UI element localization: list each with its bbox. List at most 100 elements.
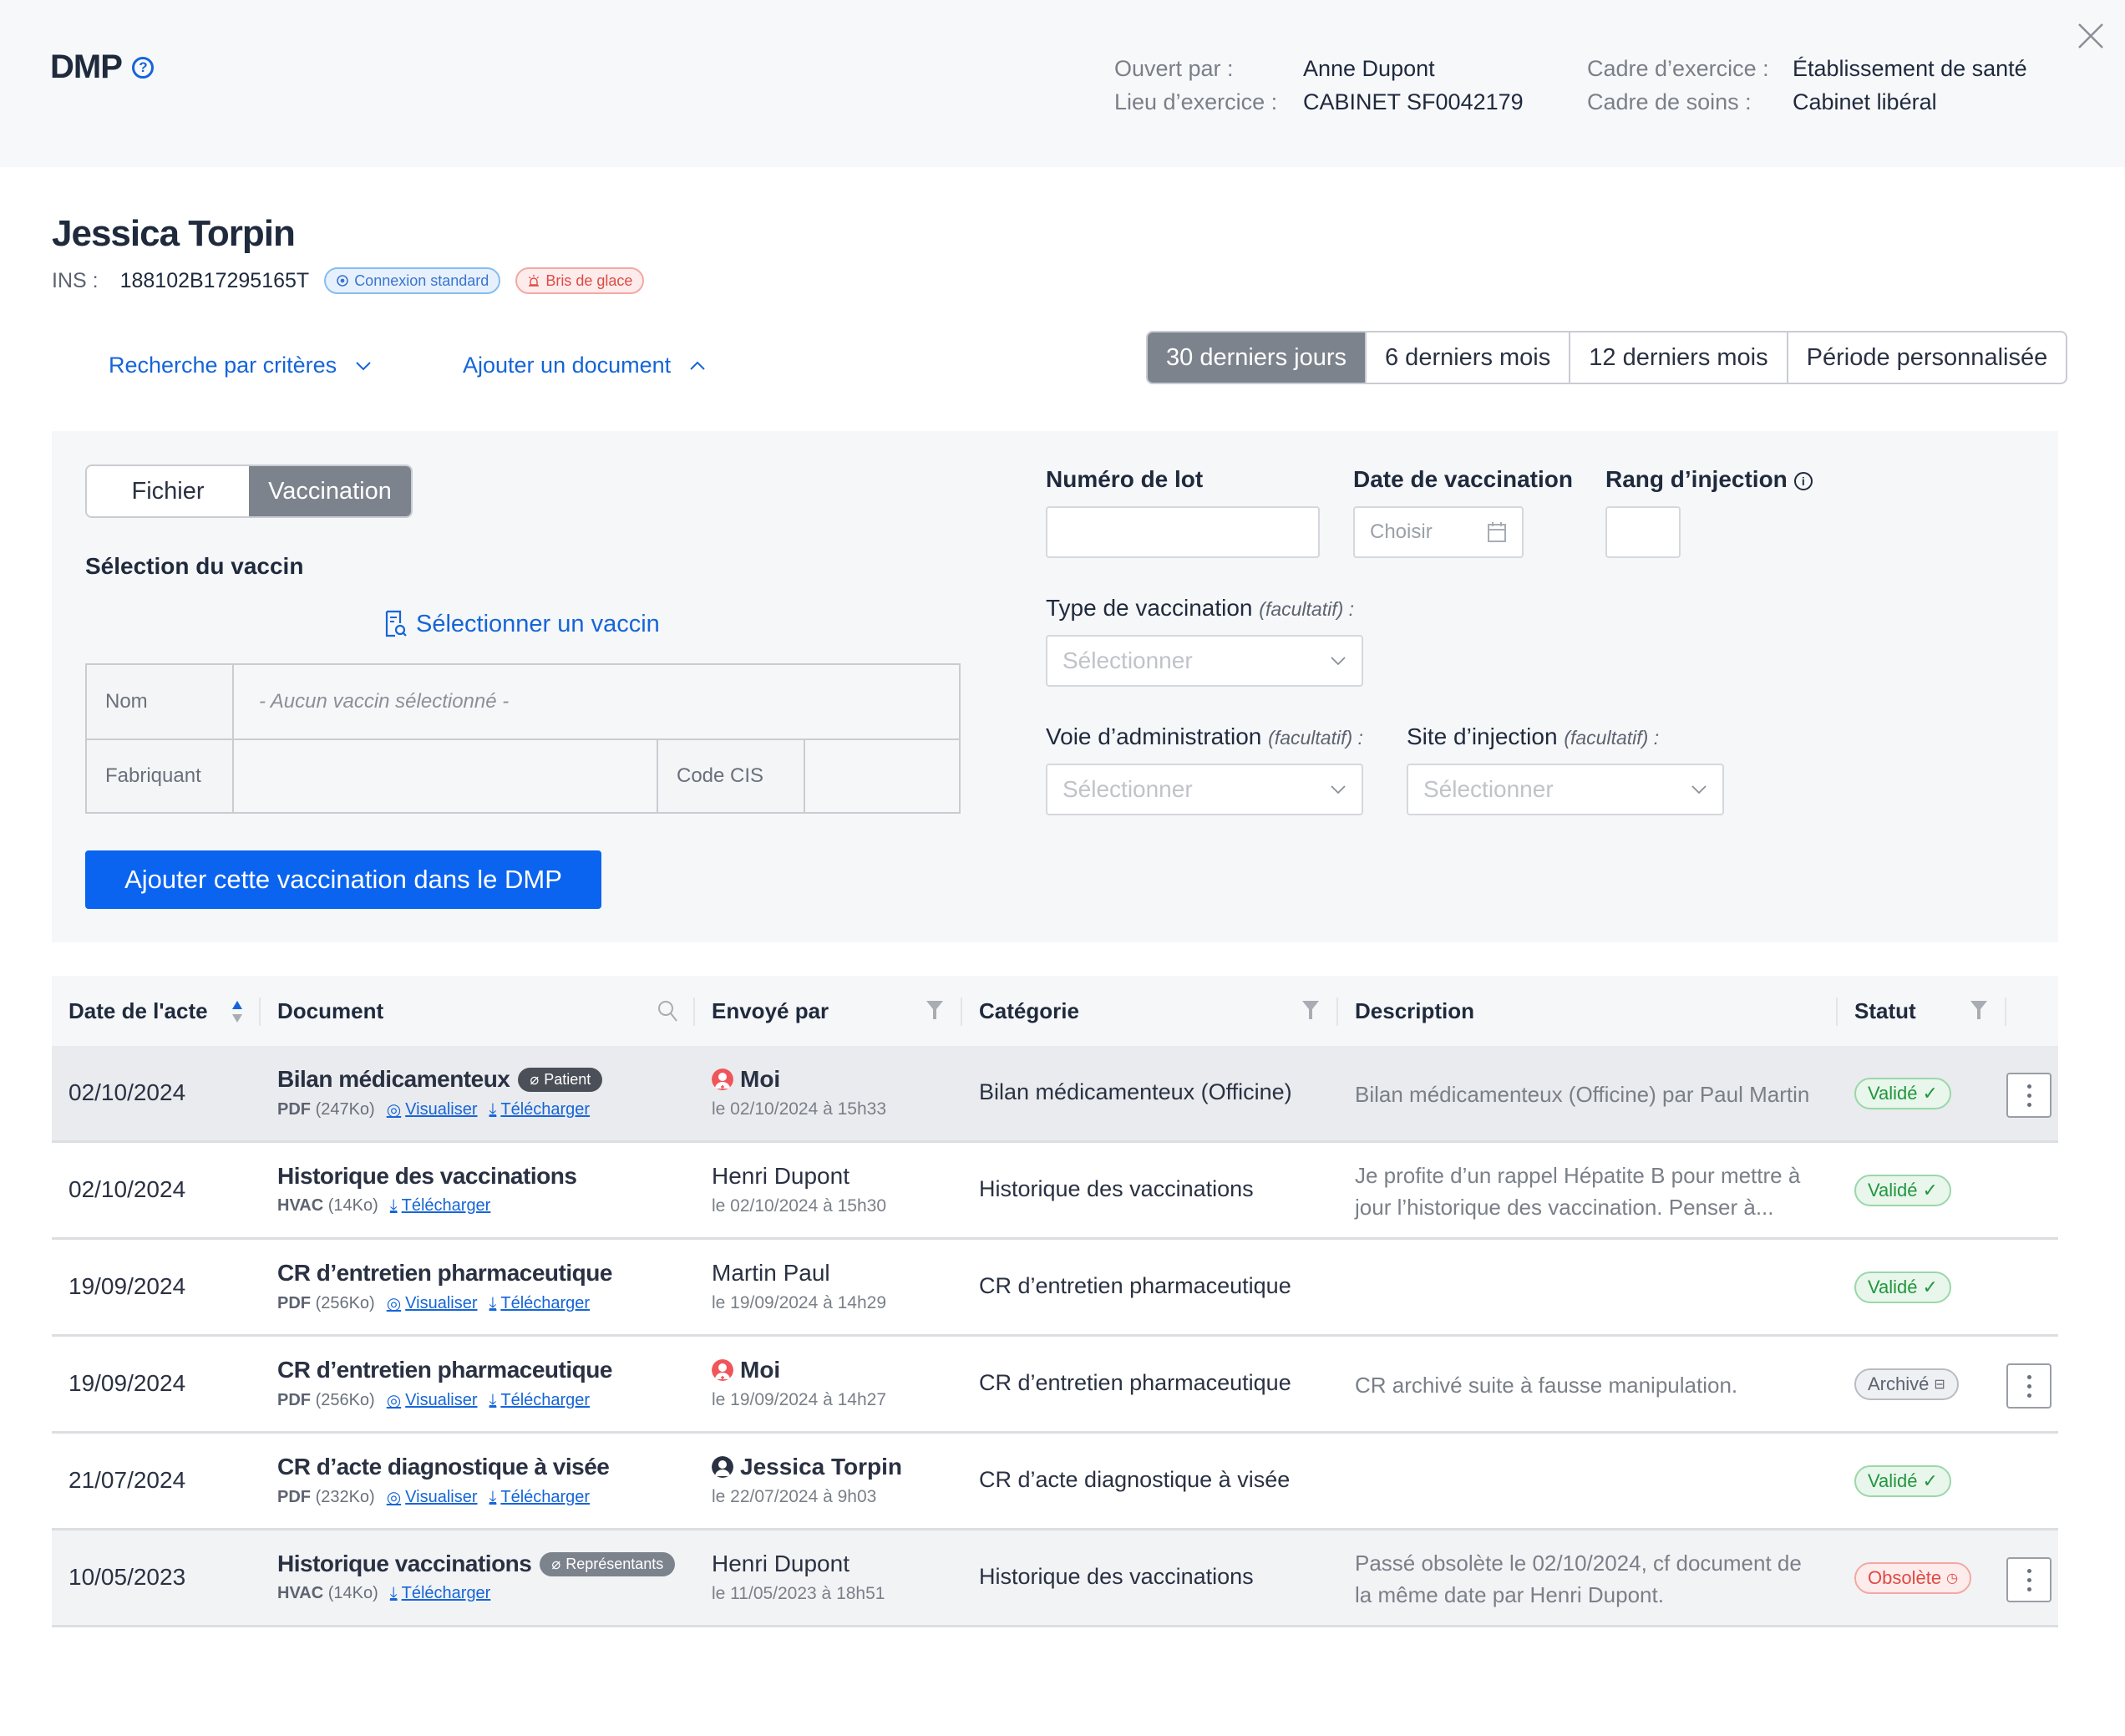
row-menu-button[interactable] xyxy=(2006,1073,2051,1118)
sort-icon[interactable] xyxy=(231,999,244,1024)
sender-name: Moi xyxy=(712,1066,886,1093)
row-status: Validé ✓ xyxy=(1854,1465,1951,1497)
chevron-down-icon xyxy=(356,361,371,370)
vaccine-name-label: Nom xyxy=(87,665,234,739)
document-title: Historique vaccinations ⌀ Représentants xyxy=(277,1551,676,1577)
document-title-text: Bilan médicamenteux xyxy=(277,1066,510,1092)
period-custom[interactable]: Période personnalisée xyxy=(1786,332,2067,383)
filter-icon[interactable] xyxy=(926,999,944,1021)
table-row[interactable]: 02/10/2024 Bilan médicamenteux ⌀ Patient … xyxy=(52,1046,2058,1143)
chevron-up-icon xyxy=(690,361,705,370)
row-date: 02/10/2024 xyxy=(68,1079,186,1105)
table-row[interactable]: 19/09/2024 CR d’entretien pharmaceutique… xyxy=(52,1337,2058,1434)
file-format: PDF xyxy=(277,1100,311,1119)
view-link-label: Visualiser xyxy=(405,1488,478,1506)
filter-icon[interactable] xyxy=(1970,999,1988,1021)
check-icon: ✓ xyxy=(1922,1083,1938,1104)
filter-icon[interactable] xyxy=(1301,999,1320,1021)
add-document-panel: Fichier Vaccination Sélection du vaccin … xyxy=(52,431,2058,942)
table-row[interactable]: 02/10/2024 Historique des vaccinations H… xyxy=(52,1143,2058,1240)
optional-hint: (facultatif) xyxy=(1268,727,1353,749)
help-circle-icon[interactable]: ? xyxy=(131,56,154,79)
download-link[interactable]: ⤓ Télécharger xyxy=(390,1584,491,1603)
view-link[interactable]: ◎ Visualiser xyxy=(387,1293,478,1314)
download-icon: ⤓ xyxy=(489,1100,497,1119)
row-document: CR d’entretien pharmaceutique PDF (256Ko… xyxy=(277,1260,612,1314)
view-link[interactable]: ◎ Visualiser xyxy=(387,1487,478,1508)
download-link-label: Télécharger xyxy=(500,1100,591,1119)
table-row[interactable]: 21/07/2024 CR d’acte diagnostique à visé… xyxy=(52,1434,2058,1530)
col-status[interactable]: Statut xyxy=(1854,976,1916,1046)
vaccination-type-select[interactable]: Sélectionner xyxy=(1046,635,1363,687)
column-divider xyxy=(693,997,695,1026)
view-link[interactable]: ◎ Visualiser xyxy=(387,1390,478,1411)
injection-site-select[interactable]: Sélectionner xyxy=(1407,764,1724,815)
hidden-from-label: Représentants xyxy=(565,1555,664,1572)
download-link-label: Télécharger xyxy=(401,1584,491,1602)
route-select[interactable]: Sélectionner xyxy=(1046,764,1363,815)
download-link[interactable]: ⤓ Télécharger xyxy=(390,1196,491,1216)
period-6-months[interactable]: 6 derniers mois xyxy=(1365,332,1569,383)
eye-icon: ◎ xyxy=(386,1295,402,1313)
sender-name-text: Moi xyxy=(740,1066,781,1092)
document-meta: HVAC (14Ko) ⤓ Télécharger xyxy=(277,1196,576,1216)
vaccination-date-input[interactable]: Choisir xyxy=(1353,506,1524,558)
info-icon[interactable]: i xyxy=(1793,472,1813,490)
type-vaccination[interactable]: Vaccination xyxy=(249,466,411,516)
search-icon[interactable] xyxy=(657,999,678,1023)
injection-site-text: Site d’injection xyxy=(1407,723,1558,749)
select-vaccine-label: Sélectionner un vaccin xyxy=(416,610,660,637)
document-type-toggle: Fichier Vaccination xyxy=(85,464,413,518)
row-sender: Henri Dupont le 11/05/2023 à 18h51 xyxy=(712,1551,885,1604)
download-link[interactable]: ⤓ Télécharger xyxy=(489,1488,591,1507)
col-document[interactable]: Document xyxy=(277,976,383,1046)
col-category[interactable]: Catégorie xyxy=(979,976,1079,1046)
row-document: CR d’acte diagnostique à visée PDF (232K… xyxy=(277,1454,610,1508)
manufacturer-label: Fabriquant xyxy=(87,740,234,812)
lot-number-input[interactable] xyxy=(1046,506,1320,558)
status-badge: Validé ✓ xyxy=(1854,1175,1951,1206)
meta-labels-left: Ouvert par : Lieu d’exercice : xyxy=(1114,52,1277,119)
table-row[interactable]: 19/09/2024 CR d’entretien pharmaceutique… xyxy=(52,1240,2058,1337)
file-format: PDF xyxy=(277,1391,311,1409)
sender-name: Henri Dupont xyxy=(712,1551,849,1576)
download-link[interactable]: ⤓ Télécharger xyxy=(489,1391,591,1410)
row-status: Validé ✓ xyxy=(1854,1175,1951,1206)
row-status: Validé ✓ xyxy=(1854,1078,1951,1109)
type-file[interactable]: Fichier xyxy=(87,466,249,516)
row-description: Passé obsolète le 02/10/2024, cf documen… xyxy=(1355,1551,1802,1607)
ins-value: 188102B17295165T xyxy=(119,268,310,292)
table-row[interactable]: 10/05/2023 Historique vaccinations ⌀ Repr… xyxy=(52,1530,2058,1627)
row-menu-button[interactable] xyxy=(2006,1363,2051,1409)
sender-name: Jessica Torpin xyxy=(712,1454,902,1480)
col-date[interactable]: Date de l'acte xyxy=(68,976,208,1046)
download-icon: ⤓ xyxy=(389,1196,398,1215)
row-category: CR d’entretien pharmaceutique xyxy=(979,1273,1291,1298)
document-title-text: Historique des vaccinations xyxy=(277,1163,577,1189)
select-vaccine-link[interactable]: Sélectionner un vaccin xyxy=(384,610,660,638)
injection-rank-input[interactable] xyxy=(1605,506,1681,558)
row-menu-button[interactable] xyxy=(2006,1557,2051,1602)
download-link-label: Télécharger xyxy=(500,1488,591,1506)
add-document-toggle[interactable]: Ajouter un document xyxy=(463,353,706,378)
view-link[interactable]: ◎ Visualiser xyxy=(387,1099,478,1120)
period-12-months[interactable]: 12 derniers mois xyxy=(1569,332,1786,383)
documents-table: Date de l'acte Document Envoyé par Catég… xyxy=(52,976,2058,1627)
period-selector: 30 derniers jours 6 derniers mois 12 der… xyxy=(1146,331,2068,384)
download-link[interactable]: ⤓ Télécharger xyxy=(489,1294,591,1313)
route-text: Voie d’administration xyxy=(1046,723,1262,749)
search-criteria-toggle[interactable]: Recherche par critères xyxy=(109,353,372,378)
status-badge: Obsolète ◷ xyxy=(1854,1562,1972,1594)
add-vaccination-button[interactable]: Ajouter cette vaccination dans le DMP xyxy=(85,850,601,909)
table-header: Date de l'acte Document Envoyé par Catég… xyxy=(52,976,2058,1046)
col-sender[interactable]: Envoyé par xyxy=(712,976,829,1046)
row-category: CR d’acte diagnostique à visée xyxy=(979,1467,1291,1492)
period-30-days[interactable]: 30 derniers jours xyxy=(1148,332,1365,383)
close-icon[interactable] xyxy=(2077,22,2105,50)
row-description: Je profite d’un rappel Hépatite B pour m… xyxy=(1355,1163,1801,1220)
file-format: HVAC xyxy=(277,1584,324,1602)
archive-icon: ⊟ xyxy=(1934,1378,1945,1392)
download-link[interactable]: ⤓ Télécharger xyxy=(489,1100,591,1119)
status-badge: Validé ✓ xyxy=(1854,1078,1951,1109)
app-title: DMP ? xyxy=(50,48,154,86)
